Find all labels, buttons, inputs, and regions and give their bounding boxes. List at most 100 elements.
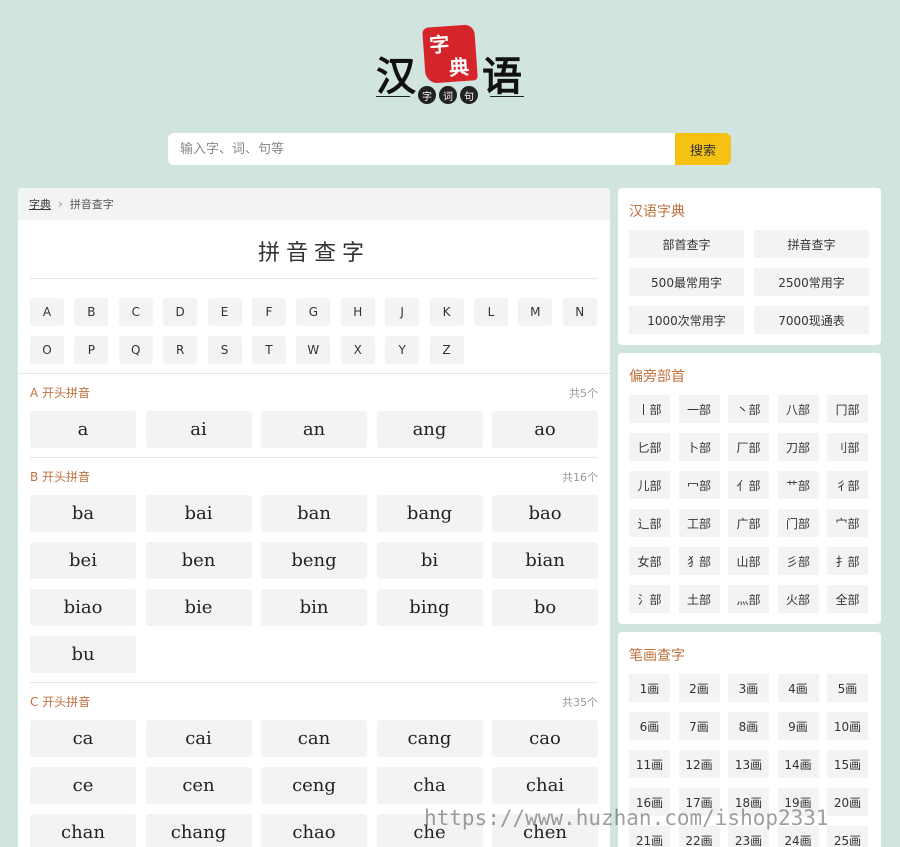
radical-link[interactable]: 火部 [777,585,819,613]
stroke-link[interactable]: 8画 [728,712,769,740]
pinyin-link[interactable]: beng [261,542,367,579]
radical-link[interactable]: 扌部 [827,547,868,575]
radical-link[interactable]: 宀部 [827,509,868,537]
radical-link[interactable]: 丨部 [629,395,670,423]
pinyin-link[interactable]: bang [376,495,483,532]
dict-link[interactable]: 7000现通表 [754,306,869,334]
letter-link[interactable]: M [518,298,553,326]
letter-link[interactable]: E [207,298,242,326]
pinyin-link[interactable]: bao [492,495,598,532]
letter-link[interactable]: J [385,298,420,326]
radical-link[interactable]: 冖部 [678,471,720,499]
pinyin-link[interactable]: chao [261,814,367,847]
pinyin-link[interactable]: bie [145,589,252,626]
pinyin-link[interactable]: chan [30,814,136,847]
letter-link[interactable]: L [473,298,508,326]
dict-link[interactable]: 500最常用字 [629,268,744,296]
stroke-link[interactable]: 6画 [629,712,670,740]
letter-link[interactable]: B [74,298,109,326]
stroke-link[interactable]: 2画 [678,674,720,702]
radical-link[interactable]: 艹部 [777,471,819,499]
pinyin-link[interactable]: bian [492,542,598,579]
pinyin-link[interactable]: ce [30,767,136,804]
radical-link[interactable]: 土部 [678,585,720,613]
pinyin-link[interactable]: bai [145,495,252,532]
pinyin-link[interactable]: bing [376,589,483,626]
stroke-link[interactable]: 3画 [728,674,769,702]
search-input[interactable] [168,133,675,165]
radical-link[interactable]: 彡部 [777,547,819,575]
dict-link[interactable]: 1000次常用字 [629,306,744,334]
letter-link[interactable]: N [562,298,597,326]
pinyin-link[interactable]: cang [376,720,483,757]
stroke-link[interactable]: 5画 [827,674,868,702]
radical-link[interactable]: 门部 [777,509,819,537]
radical-link[interactable]: 刂部 [827,433,868,461]
pinyin-link[interactable]: bo [492,589,598,626]
letter-link[interactable]: R [163,336,198,364]
letter-link[interactable]: S [207,336,242,364]
pinyin-link[interactable]: a [30,411,136,448]
site-logo[interactable]: 汉 字 典 语 字 词 句 [372,22,532,110]
radical-link[interactable]: 山部 [728,547,769,575]
letter-link[interactable]: X [340,336,375,364]
pinyin-link[interactable]: ban [261,495,367,532]
letter-link[interactable]: P [74,336,109,364]
pinyin-link[interactable]: cen [145,767,252,804]
pinyin-link[interactable]: bi [376,542,483,579]
pinyin-link[interactable]: ai [145,411,252,448]
pinyin-link[interactable]: biao [30,589,136,626]
letter-link[interactable]: Y [385,336,420,364]
radical-link[interactable]: 刀部 [777,433,819,461]
letter-link[interactable]: F [251,298,286,326]
pinyin-link[interactable]: chai [492,767,598,804]
radical-link[interactable]: 全部 [827,585,868,613]
radical-link[interactable]: 广部 [728,509,769,537]
stroke-link[interactable]: 7画 [678,712,720,740]
letter-link[interactable]: T [251,336,286,364]
pinyin-link[interactable]: ba [30,495,136,532]
letter-link[interactable]: A [30,298,64,326]
dict-link[interactable]: 2500常用字 [754,268,869,296]
stroke-link[interactable]: 1画 [629,674,670,702]
radical-link[interactable]: 卜部 [678,433,720,461]
radical-link[interactable]: 女部 [629,547,670,575]
dict-link[interactable]: 部首查字 [629,230,744,258]
pinyin-link[interactable]: bu [30,636,136,673]
search-button[interactable]: 搜索 [675,133,731,165]
radical-link[interactable]: 冂部 [827,395,868,423]
pinyin-link[interactable]: cao [492,720,598,757]
radical-link[interactable]: 灬部 [728,585,769,613]
stroke-link[interactable]: 9画 [777,712,819,740]
radical-link[interactable]: 匕部 [629,433,670,461]
pinyin-link[interactable]: ao [492,411,598,448]
letter-link[interactable]: Q [118,336,153,364]
pinyin-link[interactable]: bei [30,542,136,579]
breadcrumb-home-link[interactable]: 字典 [29,196,51,212]
radical-link[interactable]: 一部 [678,395,720,423]
radical-link[interactable]: 氵部 [629,585,670,613]
radical-link[interactable]: 辶部 [629,509,670,537]
radical-link[interactable]: 八部 [777,395,819,423]
letter-link[interactable]: G [296,298,331,326]
pinyin-link[interactable]: bin [261,589,367,626]
stroke-link[interactable]: 4画 [777,674,819,702]
letter-link[interactable]: H [340,298,375,326]
pinyin-link[interactable]: ca [30,720,136,757]
pinyin-link[interactable]: can [261,720,367,757]
radical-link[interactable]: 工部 [678,509,720,537]
letter-link[interactable]: O [30,336,64,364]
letter-link[interactable]: K [429,298,464,326]
pinyin-link[interactable]: ben [145,542,252,579]
radical-link[interactable]: 儿部 [629,471,670,499]
letter-link[interactable]: Z [429,336,464,364]
pinyin-link[interactable]: ang [376,411,483,448]
stroke-link[interactable]: 14画 [777,750,819,778]
letter-link[interactable]: W [296,336,331,364]
stroke-link[interactable]: 13画 [728,750,769,778]
dict-link[interactable]: 拼音查字 [754,230,869,258]
pinyin-link[interactable]: ceng [261,767,367,804]
radical-link[interactable]: 彳部 [827,471,868,499]
radical-link[interactable]: 丶部 [728,395,769,423]
pinyin-link[interactable]: chang [145,814,252,847]
